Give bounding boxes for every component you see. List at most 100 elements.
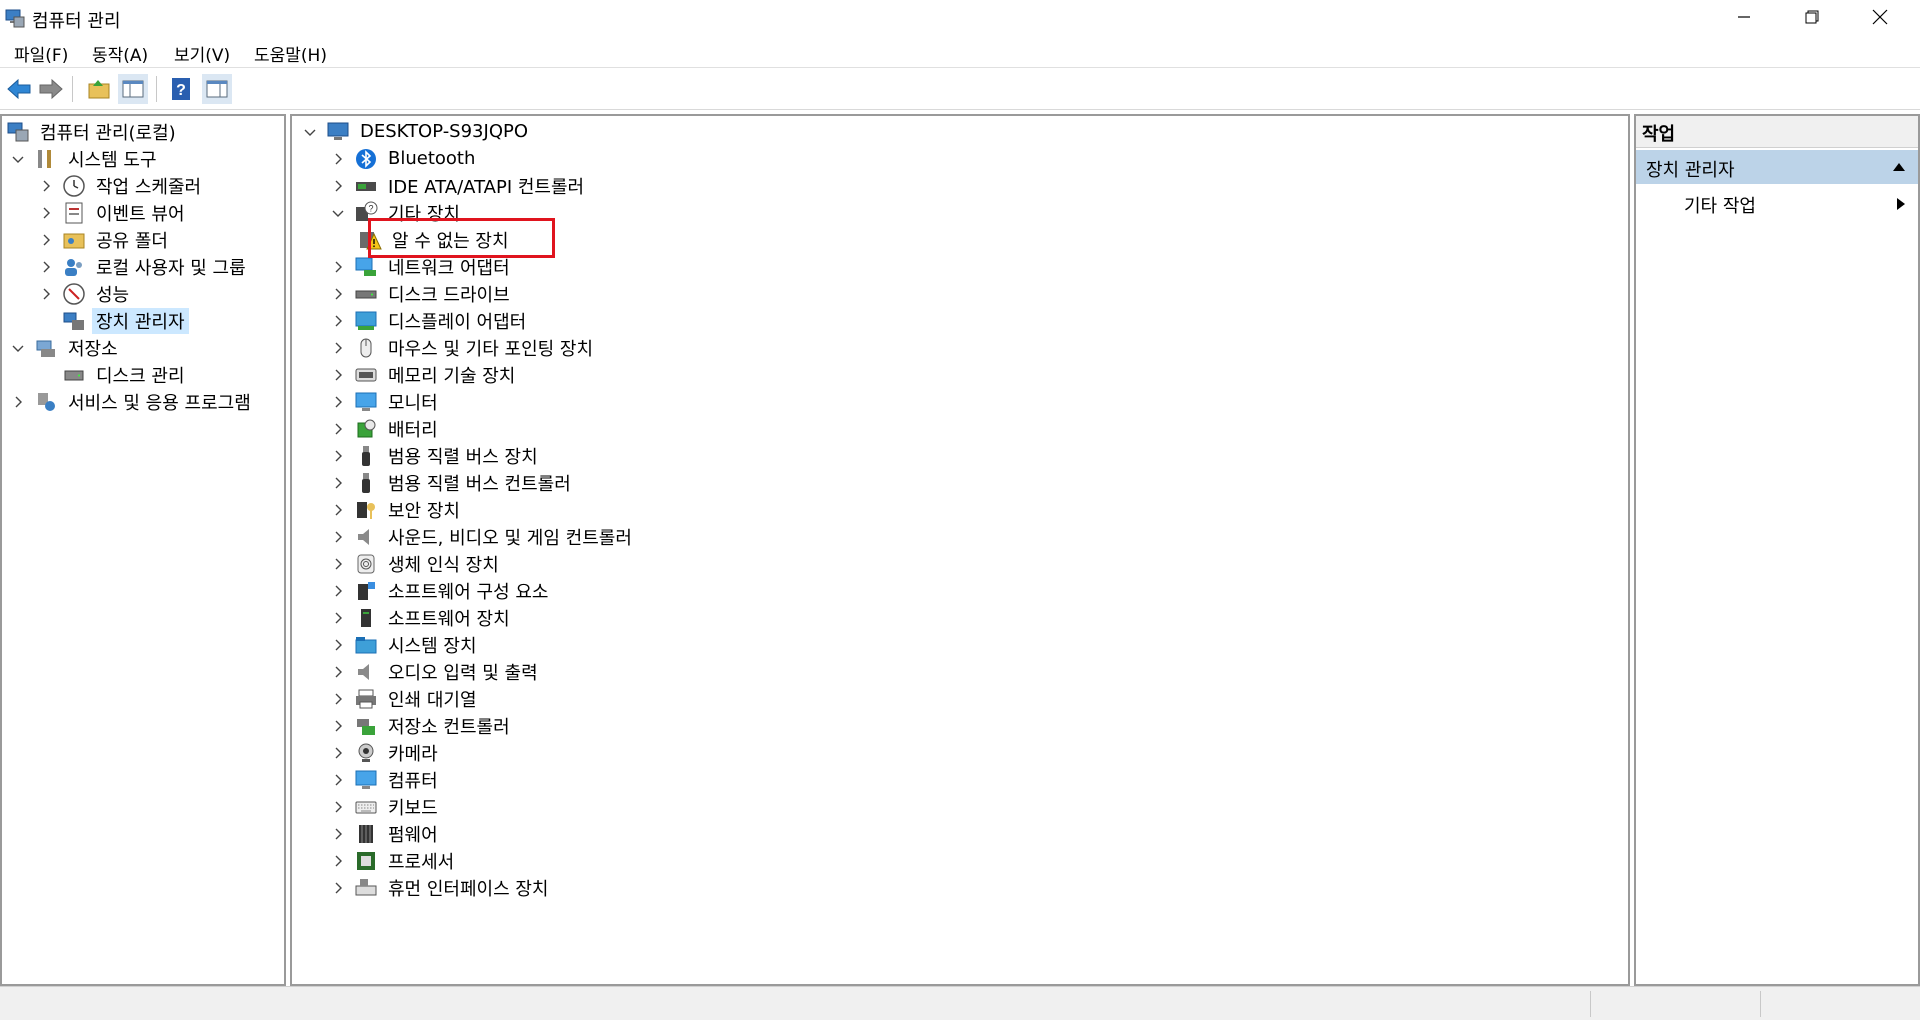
chevron-right-icon[interactable] — [38, 205, 54, 221]
device-tree-category[interactable]: 범용 직렬 버스 장치 — [330, 442, 542, 469]
menu-file[interactable]: 파일(F) — [14, 41, 68, 66]
device-tree-category[interactable]: 키보드 — [330, 793, 442, 820]
menu-help[interactable]: 도움말(H) — [254, 41, 327, 66]
device-tree-category[interactable]: 휴먼 인터페이스 장치 — [330, 874, 552, 901]
chevron-right-icon[interactable] — [330, 313, 346, 329]
back-button[interactable] — [4, 74, 34, 104]
minimize-button[interactable] — [1710, 0, 1778, 34]
chevron-right-icon[interactable] — [330, 421, 346, 437]
chevron-right-icon[interactable] — [38, 178, 54, 194]
chevron-right-icon[interactable] — [330, 475, 346, 491]
device-tree-item-label: 컴퓨터 — [388, 770, 438, 792]
chevron-right-icon[interactable] — [330, 178, 346, 194]
chevron-right-icon[interactable] — [330, 637, 346, 653]
storage-icon — [36, 340, 55, 357]
chevron-right-icon[interactable] — [330, 610, 346, 626]
device-tree-category[interactable]: 디스크 드라이브 — [330, 280, 514, 307]
console-tree-icon — [122, 80, 144, 98]
console-tree-item[interactable]: 디스크 관리 — [38, 361, 189, 388]
chevron-placeholder — [38, 313, 54, 329]
console-tree-item[interactable]: 성능 — [38, 280, 133, 307]
chevron-right-icon[interactable] — [330, 826, 346, 842]
close-button[interactable] — [1846, 0, 1914, 34]
device-tree-category[interactable]: 소프트웨어 구성 요소 — [330, 577, 552, 604]
device-tree-root[interactable]: DESKTOP-S93JQPO — [302, 118, 532, 145]
device-tree-category[interactable]: 소프트웨어 장치 — [330, 604, 514, 631]
device-tree-category[interactable]: Bluetooth — [330, 145, 479, 172]
chevron-down-icon[interactable] — [10, 151, 26, 167]
svg-text:?: ? — [176, 82, 186, 99]
device-tree-category[interactable]: 시스템 장치 — [330, 631, 481, 658]
device-tree-category[interactable]: 프로세서 — [330, 847, 458, 874]
console-tree-item-label: 작업 스케줄러 — [96, 176, 202, 198]
device-tree-category[interactable]: 사운드, 비디오 및 게임 컨트롤러 — [330, 523, 636, 550]
device-tree-category[interactable]: 보안 장치 — [330, 496, 464, 523]
device-tree-category[interactable]: 범용 직렬 버스 컨트롤러 — [330, 469, 575, 496]
title-bar: 컴퓨터 관리 — [0, 0, 1920, 36]
chevron-right-icon[interactable] — [330, 448, 346, 464]
console-tree-item[interactable]: 로컬 사용자 및 그룹 — [38, 253, 250, 280]
device-tree-category[interactable]: 생체 인식 장치 — [330, 550, 503, 577]
restore-button[interactable] — [1778, 0, 1846, 34]
chevron-right-icon[interactable] — [330, 529, 346, 545]
menu-view[interactable]: 보기(V) — [174, 41, 230, 66]
chevron-right-icon[interactable] — [38, 259, 54, 275]
device-tree-category[interactable]: 저장소 컨트롤러 — [330, 712, 514, 739]
chevron-right-icon[interactable] — [330, 394, 346, 410]
help-button[interactable]: ? — [166, 74, 196, 104]
console-tree-item-label: 저장소 — [68, 338, 118, 360]
chevron-right-icon[interactable] — [330, 151, 346, 167]
actions-section-device-manager[interactable]: 장치 관리자 — [1636, 150, 1918, 184]
device-tree-category[interactable]: IDE ATA/ATAPI 컨트롤러 — [330, 172, 588, 199]
chevron-right-icon[interactable] — [330, 583, 346, 599]
collapse-up-icon — [1893, 163, 1905, 171]
device-tree-category[interactable]: 디스플레이 어댑터 — [330, 307, 530, 334]
up-folder-button[interactable] — [84, 74, 114, 104]
device-tree-category[interactable]: 카메라 — [330, 739, 442, 766]
forward-button[interactable] — [36, 74, 66, 104]
device-tree-category[interactable]: 오디오 입력 및 출력 — [330, 658, 542, 685]
chevron-right-icon[interactable] — [38, 286, 54, 302]
console-tree-item[interactable]: 장치 관리자 — [38, 307, 189, 334]
chevron-right-icon[interactable] — [330, 367, 346, 383]
console-tree-item[interactable]: 작업 스케줄러 — [38, 172, 205, 199]
chevron-right-icon[interactable] — [330, 259, 346, 275]
chevron-down-icon[interactable] — [10, 340, 26, 356]
console-tree-item[interactable]: 서비스 및 응용 프로그램 — [10, 388, 255, 415]
console-tree-item[interactable]: 컴퓨터 관리(로컬) — [6, 118, 180, 145]
chevron-right-icon[interactable] — [330, 691, 346, 707]
forward-arrow-icon — [39, 78, 63, 100]
chevron-right-icon[interactable] — [10, 394, 26, 410]
mouse-icon — [360, 338, 372, 357]
device-tree-category[interactable]: 펌웨어 — [330, 820, 442, 847]
device-tree-category[interactable]: 배터리 — [330, 415, 442, 442]
chevron-right-icon[interactable] — [330, 286, 346, 302]
show-hide-tree-button[interactable] — [118, 74, 148, 104]
chevron-right-icon[interactable] — [330, 745, 346, 761]
chevron-right-icon[interactable] — [330, 718, 346, 734]
chevron-right-icon[interactable] — [330, 799, 346, 815]
chevron-right-icon[interactable] — [330, 880, 346, 896]
device-tree-category[interactable]: 마우스 및 기타 포인팅 장치 — [330, 334, 597, 361]
services-icon — [38, 392, 55, 411]
chevron-right-icon[interactable] — [330, 556, 346, 572]
chevron-right-icon[interactable] — [330, 340, 346, 356]
console-tree-item[interactable]: 저장소 — [10, 334, 122, 361]
device-tree-category[interactable]: 메모리 기술 장치 — [330, 361, 519, 388]
device-tree-category[interactable]: 인쇄 대기열 — [330, 685, 481, 712]
show-hide-action-pane-button[interactable] — [202, 74, 232, 104]
chevron-right-icon[interactable] — [330, 853, 346, 869]
device-tree-category[interactable]: 컴퓨터 — [330, 766, 442, 793]
menu-action[interactable]: 동작(A) — [92, 41, 148, 66]
chevron-down-icon[interactable] — [330, 205, 346, 221]
console-tree-item[interactable]: 시스템 도구 — [10, 145, 161, 172]
chevron-down-icon[interactable] — [302, 124, 318, 140]
chevron-right-icon[interactable] — [330, 502, 346, 518]
console-tree-item[interactable]: 공유 폴더 — [38, 226, 172, 253]
more-actions-item[interactable]: 기타 작업 — [1636, 186, 1918, 220]
chevron-right-icon[interactable] — [330, 664, 346, 680]
device-tree-category[interactable]: 모니터 — [330, 388, 442, 415]
console-tree-item[interactable]: 이벤트 뷰어 — [38, 199, 189, 226]
chevron-right-icon[interactable] — [38, 232, 54, 248]
chevron-right-icon[interactable] — [330, 772, 346, 788]
